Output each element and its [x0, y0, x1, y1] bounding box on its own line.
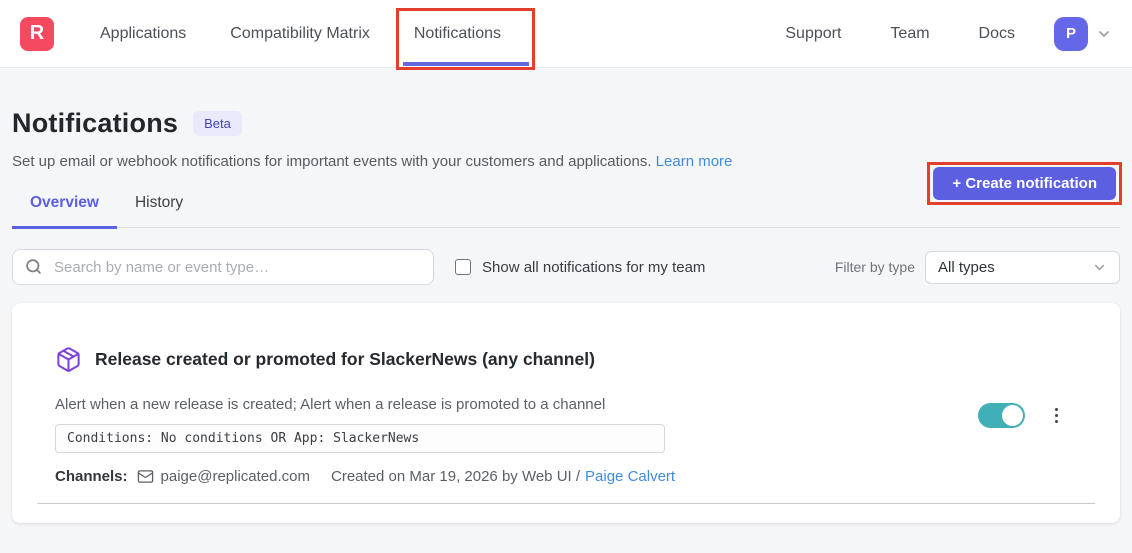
page-title: Notifications [12, 108, 178, 139]
channel-email: paige@replicated.com [161, 468, 310, 485]
notification-enabled-toggle[interactable] [978, 403, 1025, 428]
search-field-wrap [12, 249, 434, 285]
search-input[interactable] [12, 249, 434, 285]
toggle-knob [1002, 405, 1023, 426]
beta-badge: Beta [193, 111, 242, 136]
nav-item-notifications[interactable]: Notifications [414, 25, 501, 43]
nav-item-compatibility-matrix[interactable]: Compatibility Matrix [230, 25, 370, 43]
main-content: Notifications Beta Set up email or webho… [0, 108, 1132, 523]
page-header: Notifications Beta [12, 108, 1120, 139]
email-icon [137, 468, 154, 485]
tab-history[interactable]: History [117, 194, 201, 229]
filter-row: Show all notifications for my team Filte… [12, 249, 1120, 285]
chevron-down-icon [1096, 26, 1112, 42]
replicated-logo[interactable]: R [20, 17, 54, 51]
channels-label: Channels: [55, 468, 128, 485]
nav-item-docs[interactable]: Docs [979, 25, 1015, 43]
nav-item-notifications-label: Notifications [414, 25, 501, 42]
filter-type-selected-value: All types [938, 259, 995, 276]
nav-item-team[interactable]: Team [890, 25, 929, 43]
kebab-menu-icon[interactable] [1049, 404, 1064, 427]
filter-type-select[interactable]: All types [925, 251, 1120, 284]
nav-right-group: Support Team Docs P [785, 17, 1112, 51]
user-menu[interactable]: P [1054, 17, 1112, 51]
avatar[interactable]: P [1054, 17, 1088, 51]
annotation-box-create-notification: + Create notification [927, 162, 1122, 205]
card-divider [37, 503, 1095, 504]
nav-left-group: Applications Compatibility Matrix Notifi… [100, 25, 501, 43]
notification-card-header: Release created or promoted for SlackerN… [12, 303, 1120, 373]
filter-by-type-label: Filter by type [835, 259, 915, 275]
package-icon [55, 346, 82, 373]
show-all-team-label[interactable]: Show all notifications for my team [482, 259, 705, 276]
notification-title: Release created or promoted for SlackerN… [95, 349, 595, 370]
create-notification-button[interactable]: + Create notification [933, 167, 1116, 200]
tab-overview[interactable]: Overview [12, 194, 117, 229]
page-description-text: Set up email or webhook notifications fo… [12, 153, 652, 170]
conditions-box: Conditions: No conditions OR App: Slacke… [55, 424, 665, 453]
notification-controls [978, 403, 1064, 428]
nav-item-support[interactable]: Support [785, 25, 841, 43]
chevron-down-icon [1092, 260, 1107, 275]
created-text: Created on Mar 19, 2026 by Web UI / [331, 468, 580, 485]
notification-description: Alert when a new release is created; Ale… [55, 396, 1120, 413]
search-icon [25, 258, 42, 275]
learn-more-link[interactable]: Learn more [656, 153, 733, 170]
channels-row: Channels: paige@replicated.com Created o… [55, 468, 1120, 485]
notification-card: Release created or promoted for SlackerN… [12, 303, 1120, 523]
active-nav-underline [403, 62, 529, 66]
show-all-team-checkbox[interactable] [455, 259, 471, 275]
top-nav: R Applications Compatibility Matrix Noti… [0, 0, 1132, 68]
created-by-link[interactable]: Paige Calvert [585, 468, 675, 485]
nav-item-applications[interactable]: Applications [100, 25, 186, 43]
